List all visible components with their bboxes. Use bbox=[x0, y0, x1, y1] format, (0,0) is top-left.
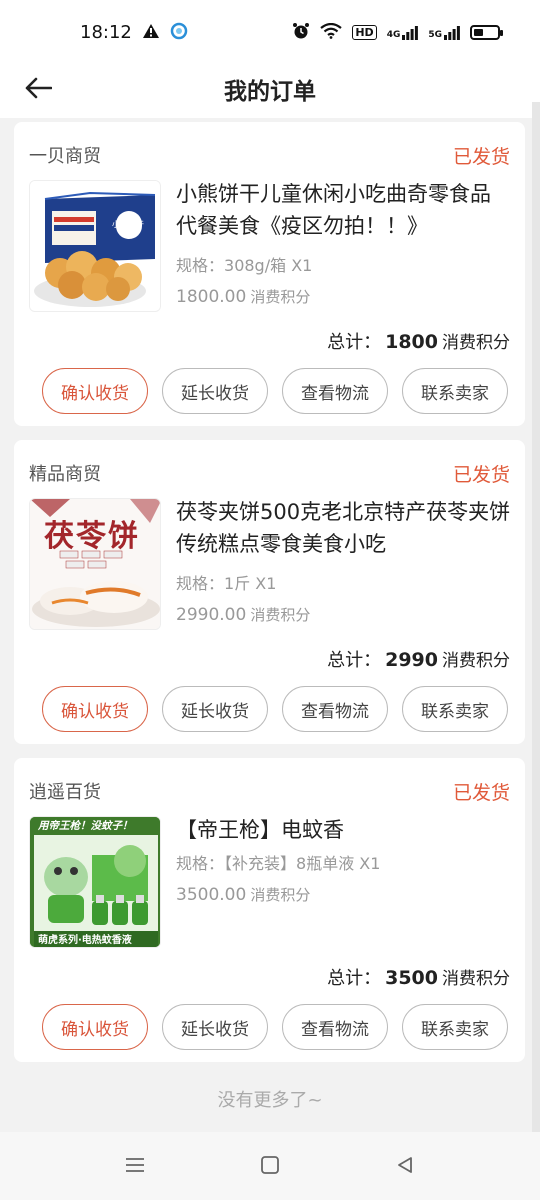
spec-label: 规格： bbox=[176, 256, 225, 275]
order-total: 总计： 3500 消费积分 bbox=[327, 964, 510, 990]
product-image[interactable]: 小熊饼干 bbox=[29, 180, 161, 312]
product-image-caption: 萌虎系列·电热蚊香液 bbox=[38, 935, 132, 946]
contact-seller-button[interactable]: 联系卖家 bbox=[402, 686, 508, 732]
product-info: 小熊饼干儿童休闲小吃曲奇零食品代餐美食《疫区勿拍！！》 规格：308g/箱 X1… bbox=[176, 178, 511, 310]
system-nav-bar bbox=[0, 1132, 540, 1200]
product-image-label: 用帝王枪！没蚊子！ bbox=[38, 820, 133, 832]
price-unit: 消费积分 bbox=[250, 606, 311, 624]
battery-icon bbox=[470, 25, 503, 40]
product-info: 茯苓夹饼500克老北京特产茯苓夹饼传统糕点零食美食小吃 规格：1斤 X1 299… bbox=[176, 496, 511, 628]
menu-icon bbox=[124, 1156, 146, 1178]
page-title: 我的订单 bbox=[224, 79, 316, 105]
home-icon bbox=[260, 1155, 280, 1179]
price-unit: 消费积分 bbox=[250, 288, 311, 306]
order-card: 一贝商贸 已发货 小熊饼干 小熊饼干儿童休闲小吃曲奇零食品代餐美食《疫区勿拍！！… bbox=[14, 122, 525, 426]
confirm-receipt-button[interactable]: 确认收货 bbox=[42, 686, 148, 732]
signal-4g-label: 4G bbox=[386, 29, 401, 40]
shop-row: 逍遥百货 已发货 bbox=[29, 778, 510, 804]
status-time: 18:12 bbox=[80, 22, 132, 43]
menu-button[interactable] bbox=[120, 1154, 150, 1180]
view-logistics-button[interactable]: 查看物流 bbox=[282, 686, 388, 732]
signal-5g-label: 5G bbox=[428, 29, 442, 40]
signal-5g-icon: 5G bbox=[428, 25, 460, 40]
shop-name[interactable]: 一贝商贸 bbox=[29, 142, 101, 168]
back-triangle-icon bbox=[395, 1155, 415, 1179]
alarm-icon bbox=[292, 22, 310, 43]
order-status: 已发货 bbox=[452, 464, 510, 486]
app-notification-icon bbox=[170, 22, 188, 44]
home-button[interactable] bbox=[255, 1154, 285, 1180]
order-total: 总计： 1800 消费积分 bbox=[327, 328, 510, 354]
view-logistics-button[interactable]: 查看物流 bbox=[282, 368, 388, 414]
shop-row: 精品商贸 已发货 bbox=[29, 460, 510, 486]
spec-value: 1斤 X1 bbox=[224, 574, 277, 593]
total-value: 3500 bbox=[385, 967, 438, 989]
total-unit: 消费积分 bbox=[442, 651, 510, 671]
total-unit: 消费积分 bbox=[442, 333, 510, 353]
signal-4g-icon: 4G bbox=[386, 25, 419, 40]
confirm-receipt-button[interactable]: 确认收货 bbox=[42, 368, 148, 414]
product-price: 1800.00 消费积分 bbox=[176, 286, 511, 310]
total-unit: 消费积分 bbox=[442, 969, 510, 989]
extend-receipt-button[interactable]: 延长收货 bbox=[162, 368, 268, 414]
product-title[interactable]: 【帝王枪】电蚊香 bbox=[176, 814, 511, 846]
order-status: 已发货 bbox=[452, 782, 510, 804]
product-title[interactable]: 茯苓夹饼500克老北京特产茯苓夹饼传统糕点零食美食小吃 bbox=[176, 496, 511, 560]
shop-name[interactable]: 逍遥百货 bbox=[29, 778, 101, 804]
product-info: 【帝王枪】电蚊香 规格：【补充装】8瓶单液 X1 3500.00 消费积分 bbox=[176, 814, 511, 908]
status-bar: 18:12 HD 4G 5G bbox=[0, 0, 540, 64]
product-spec: 规格：【补充装】8瓶单液 X1 bbox=[176, 850, 511, 874]
spec-value: 308g/箱 X1 bbox=[224, 256, 313, 275]
contact-seller-button[interactable]: 联系卖家 bbox=[402, 368, 508, 414]
order-card: 精品商贸 已发货 茯苓饼 茯苓夹饼500克老北京特产茯苓夹饼传统糕点零食美食小吃… bbox=[14, 440, 525, 744]
action-row: 确认收货 延长收货 查看物流 联系卖家 bbox=[42, 1004, 511, 1050]
price-unit: 消费积分 bbox=[250, 886, 311, 904]
total-label: 总计： bbox=[327, 332, 382, 353]
price-value: 2990.00 bbox=[176, 605, 247, 625]
product-price: 3500.00 消费积分 bbox=[176, 884, 511, 908]
product-spec: 规格：308g/箱 X1 bbox=[176, 252, 511, 276]
product-image[interactable]: 茯苓饼 bbox=[29, 498, 161, 630]
product-image-label: 小熊饼干 bbox=[112, 220, 144, 229]
app-header: 我的订单 bbox=[0, 64, 540, 118]
warning-icon bbox=[142, 23, 160, 43]
status-left-icons bbox=[142, 22, 188, 44]
action-row: 确认收货 延长收货 查看物流 联系卖家 bbox=[42, 686, 511, 732]
extend-receipt-button[interactable]: 延长收货 bbox=[162, 1004, 268, 1050]
status-right-icons: HD 4G 5G bbox=[292, 22, 503, 43]
spec-value: 【补充装】8瓶单液 X1 bbox=[224, 854, 381, 873]
order-card: 逍遥百货 已发货 用帝王枪！没蚊子！ 萌虎系列·电热蚊香液 【帝王枪】电蚊香 规… bbox=[14, 758, 525, 1062]
view-logistics-button[interactable]: 查看物流 bbox=[282, 1004, 388, 1050]
confirm-receipt-button[interactable]: 确认收货 bbox=[42, 1004, 148, 1050]
hd-badge: HD bbox=[352, 25, 377, 40]
total-value: 2990 bbox=[385, 649, 438, 671]
order-list[interactable]: 一贝商贸 已发货 小熊饼干 小熊饼干儿童休闲小吃曲奇零食品代餐美食《疫区勿拍！！… bbox=[0, 118, 540, 1133]
spec-label: 规格： bbox=[176, 854, 225, 873]
price-value: 3500.00 bbox=[176, 885, 247, 905]
shop-name[interactable]: 精品商贸 bbox=[29, 460, 101, 486]
back-nav-button[interactable] bbox=[390, 1154, 420, 1180]
wifi-icon bbox=[320, 22, 343, 42]
total-value: 1800 bbox=[385, 331, 438, 353]
product-image-label: 茯苓饼 bbox=[44, 519, 140, 554]
order-total: 总计： 2990 消费积分 bbox=[327, 646, 510, 672]
action-row: 确认收货 延长收货 查看物流 联系卖家 bbox=[42, 368, 511, 414]
extend-receipt-button[interactable]: 延长收货 bbox=[162, 686, 268, 732]
no-more-hint: 没有更多了~ bbox=[217, 1090, 323, 1111]
product-price: 2990.00 消费积分 bbox=[176, 604, 511, 628]
product-title[interactable]: 小熊饼干儿童休闲小吃曲奇零食品代餐美食《疫区勿拍！！》 bbox=[176, 178, 511, 242]
spec-label: 规格： bbox=[176, 574, 225, 593]
product-spec: 规格：1斤 X1 bbox=[176, 570, 511, 594]
order-status: 已发货 bbox=[452, 146, 510, 168]
price-value: 1800.00 bbox=[176, 287, 247, 307]
contact-seller-button[interactable]: 联系卖家 bbox=[402, 1004, 508, 1050]
total-label: 总计： bbox=[327, 650, 382, 671]
product-image[interactable]: 用帝王枪！没蚊子！ 萌虎系列·电热蚊香液 bbox=[29, 816, 161, 948]
total-label: 总计： bbox=[327, 968, 382, 989]
shop-row: 一贝商贸 已发货 bbox=[29, 142, 510, 168]
